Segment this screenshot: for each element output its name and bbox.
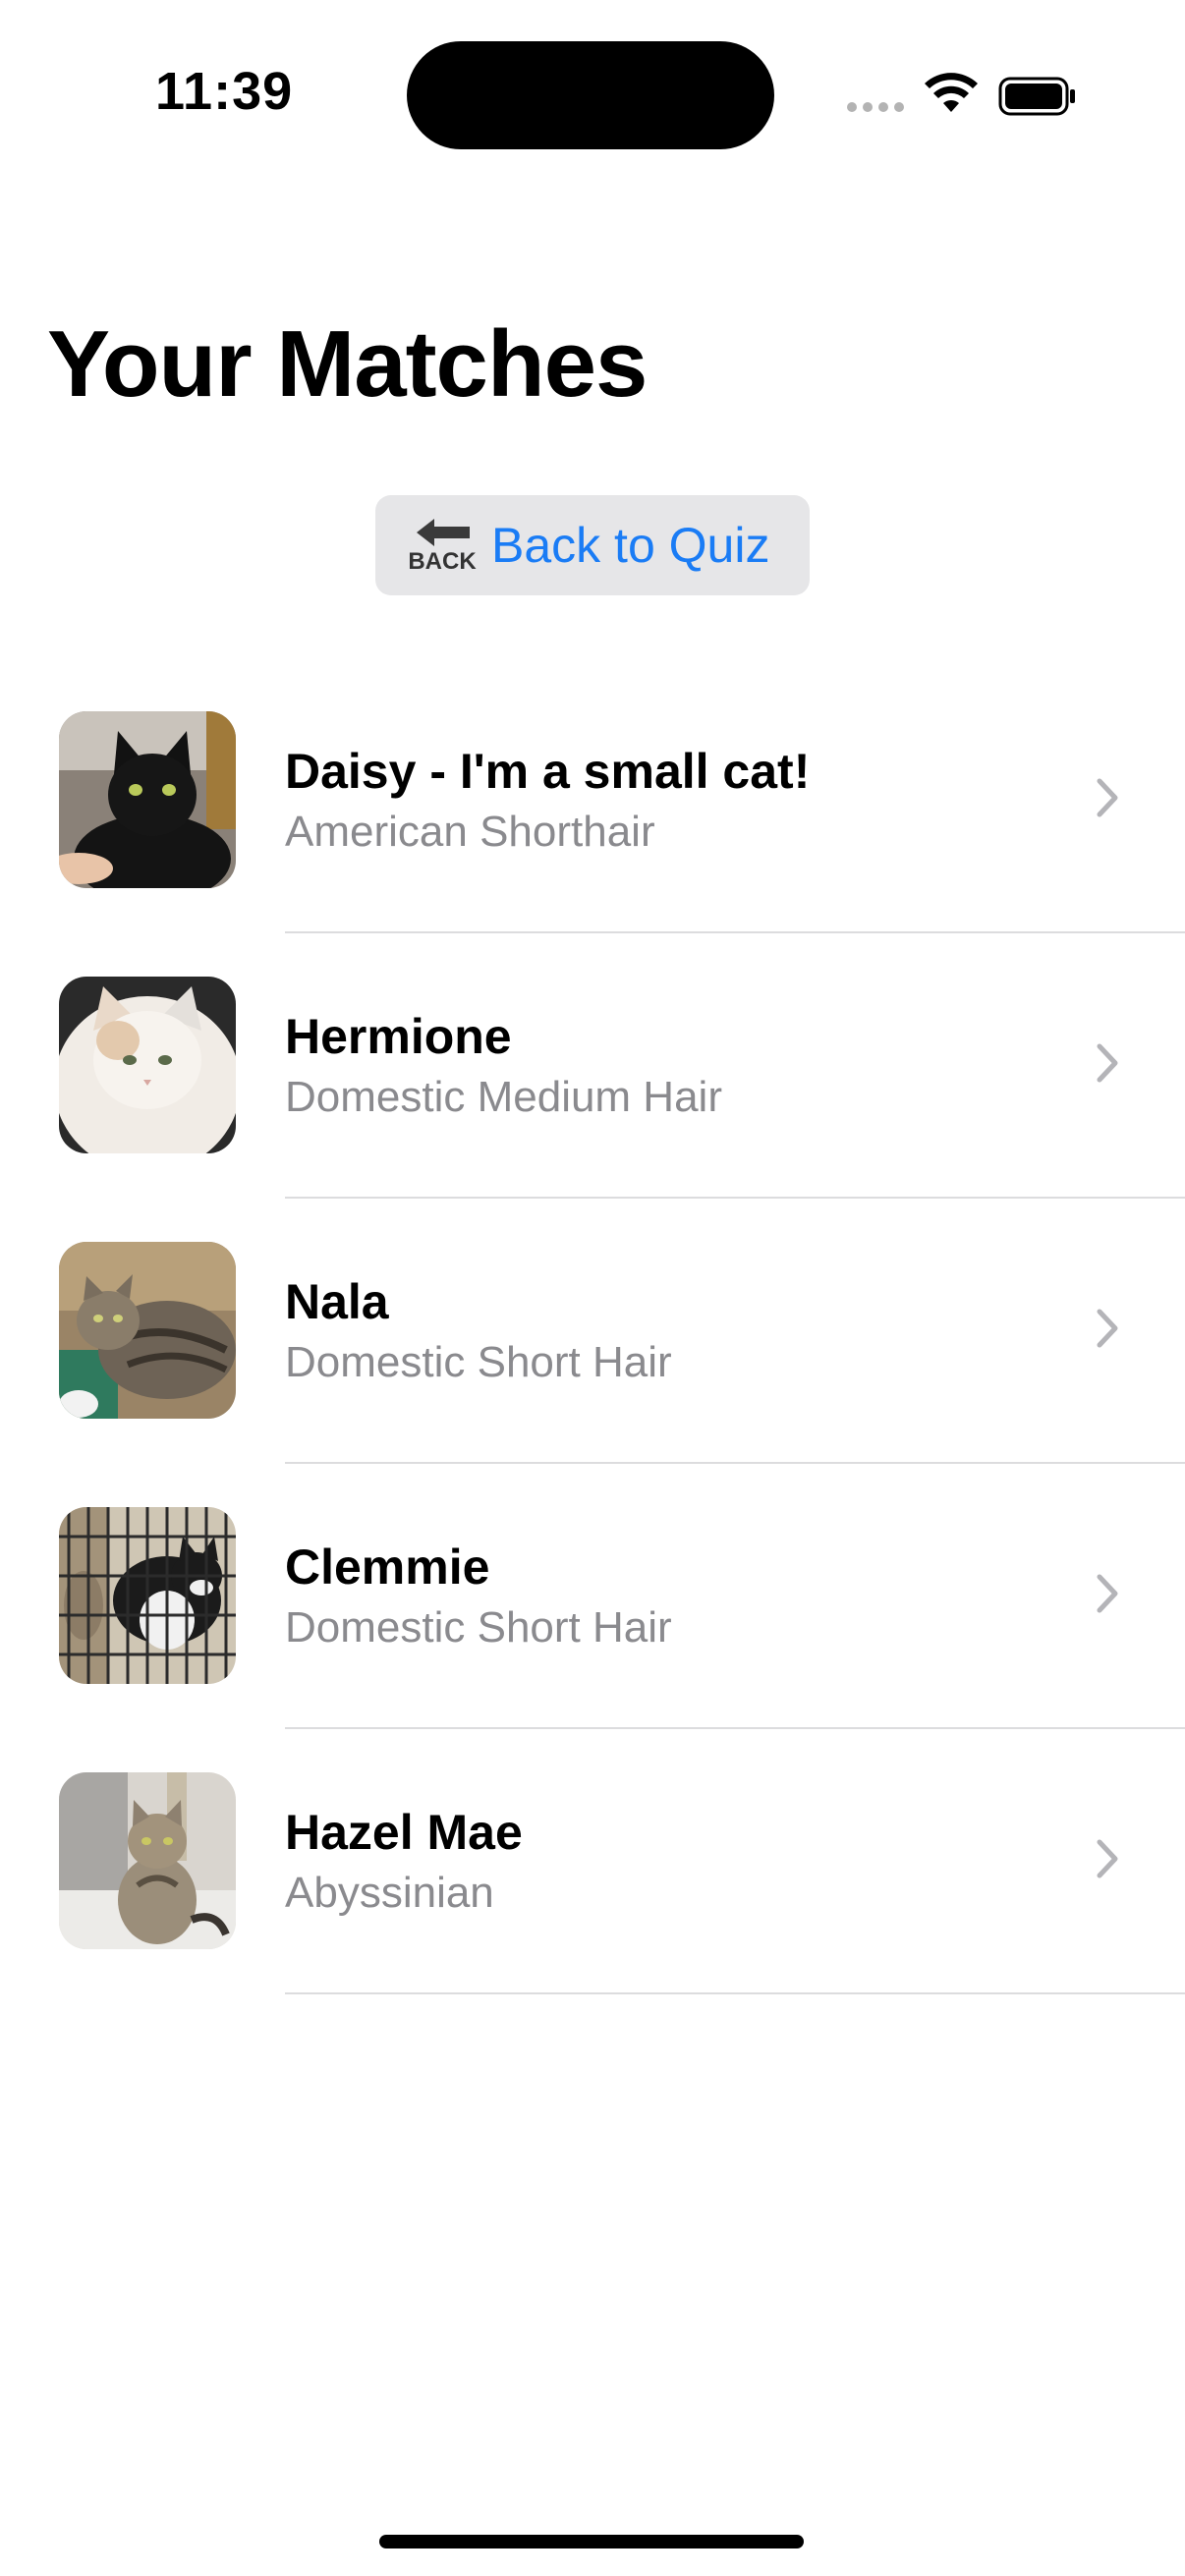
row-divider: [285, 1992, 1185, 1994]
match-name: Nala: [285, 1274, 389, 1329]
match-row[interactable]: Daisy - I'm a small cat! American Shorth…: [0, 668, 1185, 933]
dynamic-island: [407, 41, 774, 149]
match-name: Hermione: [285, 1009, 512, 1064]
match-row[interactable]: Hermione Domestic Medium Hair: [0, 933, 1185, 1199]
status-time: 11:39: [155, 62, 294, 121]
match-breed: American Shorthair: [285, 808, 655, 856]
matches-list: Daisy - I'm a small cat! American Shorth…: [0, 668, 1185, 1994]
cat-photo: [59, 1242, 236, 1419]
chevron-right-icon: [1097, 1839, 1118, 1878]
match-row[interactable]: Clemmie Domestic Short Hair: [0, 1464, 1185, 1729]
match-row[interactable]: Nala Domestic Short Hair: [0, 1199, 1185, 1464]
page-title: Your Matches: [47, 311, 648, 417]
match-name: Hazel Mae: [285, 1805, 523, 1860]
cellular-dots-icon: [847, 102, 904, 112]
back-to-quiz-button[interactable]: BACK Back to Quiz: [375, 495, 810, 595]
match-breed: Domestic Short Hair: [285, 1603, 672, 1652]
cat-photo: [59, 1772, 236, 1949]
match-breed: Abyssinian: [285, 1869, 494, 1917]
cat-photo: [59, 711, 236, 888]
match-name: Daisy - I'm a small cat!: [285, 744, 811, 799]
home-indicator[interactable]: [379, 2535, 804, 2548]
back-arrow-icon: BACK: [408, 517, 477, 575]
battery-icon: [998, 77, 1075, 116]
chevron-right-icon: [1097, 778, 1118, 817]
chevron-right-icon: [1097, 1574, 1118, 1613]
cat-photo: [59, 1507, 236, 1684]
cat-photo: [59, 977, 236, 1153]
match-breed: Domestic Short Hair: [285, 1338, 672, 1386]
match-row[interactable]: Hazel Mae Abyssinian: [0, 1729, 1185, 1994]
chevron-right-icon: [1097, 1043, 1118, 1083]
back-icon-text: BACK: [408, 548, 477, 575]
wifi-icon: [925, 73, 978, 112]
match-breed: Domestic Medium Hair: [285, 1073, 722, 1121]
match-name: Clemmie: [285, 1540, 490, 1595]
back-button-label: Back to Quiz: [491, 518, 770, 573]
chevron-right-icon: [1097, 1309, 1118, 1348]
